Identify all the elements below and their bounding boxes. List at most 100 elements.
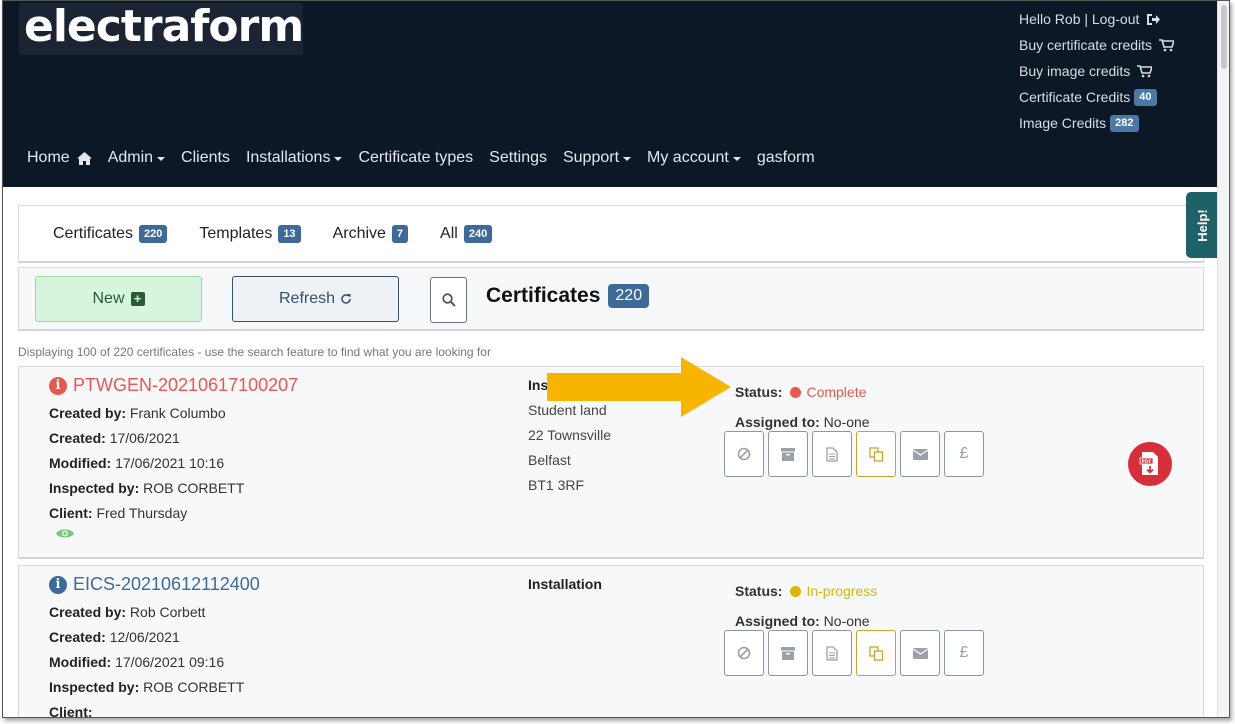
modified-value: 17/06/2021 10:16 — [115, 455, 225, 471]
invoice-button[interactable]: £ — [944, 630, 984, 676]
archive-icon — [781, 646, 795, 660]
nav-admin[interactable]: Admin — [108, 149, 166, 167]
certificate-link[interactable]: PTWGEN-20210617100207 — [73, 375, 298, 396]
invoice-button[interactable]: £ — [944, 431, 984, 477]
email-button[interactable] — [900, 630, 940, 676]
status-badge: In-progress — [806, 583, 878, 599]
eye-icon[interactable] — [55, 527, 75, 540]
svg-text:PDF: PDF — [1141, 459, 1151, 465]
tab-all[interactable]: All 240 — [440, 224, 493, 243]
search-button[interactable] — [430, 277, 467, 323]
certificate-actions: £ — [724, 431, 988, 477]
tab-count-badge: 240 — [463, 224, 493, 243]
main-nav: Home Admin Clients Installations Certifi… — [27, 149, 831, 167]
document-icon — [826, 645, 838, 661]
certificate-credits: Certificate Credits 40 — [1019, 84, 1219, 110]
certificate-status: Status: Complete Assigned to: No-one — [735, 384, 870, 430]
logout-link[interactable]: Hello Rob | Log-out — [1019, 6, 1219, 32]
envelope-icon — [912, 647, 928, 659]
caret-down-icon — [157, 157, 166, 161]
logo[interactable]: electraform — [19, 1, 304, 55]
status-dot — [790, 585, 802, 597]
nav-clients[interactable]: Clients — [181, 149, 230, 167]
created-value: 12/06/2021 — [109, 629, 180, 645]
archive-button[interactable] — [768, 431, 808, 477]
nav-settings[interactable]: Settings — [489, 149, 547, 167]
buy-certificate-credits-link[interactable]: Buy certificate credits — [1019, 32, 1219, 58]
created-by-value: Frank Columbo — [129, 405, 226, 421]
info-icon: i — [49, 575, 67, 594]
copy-button[interactable] — [856, 630, 896, 676]
tab-certificates[interactable]: Certificates 220 — [53, 224, 168, 243]
certificates-toolbar: New + Refresh Certificates 220 — [18, 267, 1204, 331]
cart-icon — [1137, 64, 1153, 77]
nav-home[interactable]: Home — [27, 149, 92, 167]
document-icon — [826, 446, 838, 462]
info-icon: i — [49, 376, 67, 395]
tab-count-badge: 13 — [278, 224, 301, 243]
modified-value: 17/06/2021 09:16 — [115, 654, 225, 670]
app-header: electraform Hello Rob | Log-out Buy cert… — [3, 1, 1219, 187]
nav-gasform[interactable]: gasform — [757, 149, 815, 167]
page-scrollbar[interactable] — [1217, 1, 1229, 717]
status-dot — [790, 386, 802, 398]
pound-icon: £ — [959, 644, 969, 661]
certificate-status: Status: In-progress Assigned to: No-one — [735, 583, 878, 629]
nav-installations[interactable]: Installations — [246, 149, 343, 167]
certificate-title: i EICS-20210612112400 — [49, 574, 260, 595]
results-info: Displaying 100 of 220 certificates - use… — [18, 345, 491, 359]
copy-icon — [868, 446, 883, 462]
ban-icon — [737, 646, 751, 660]
buy-image-credits-link[interactable]: Buy image credits — [1019, 58, 1219, 84]
client-value: Fred Thursday — [96, 505, 188, 521]
pdf-download-icon: PDF — [1139, 452, 1158, 475]
tab-templates[interactable]: Templates 13 — [199, 224, 301, 243]
sign-out-icon — [1147, 13, 1161, 25]
assigned-to-value: No-one — [823, 613, 870, 629]
certificate-meta: Created by: Rob Corbett Created: 12/06/2… — [49, 604, 245, 718]
search-icon — [441, 293, 456, 307]
inspected-by-value: ROB CORBETT — [143, 679, 245, 695]
home-icon — [76, 151, 92, 165]
caret-down-icon — [334, 157, 343, 161]
nav-certificate-types[interactable]: Certificate types — [358, 149, 473, 167]
inspected-by-value: ROB CORBETT — [143, 480, 245, 496]
nav-my-account[interactable]: My account — [647, 149, 741, 167]
envelope-icon — [912, 448, 928, 460]
copy-button[interactable] — [856, 431, 896, 477]
certificate-link[interactable]: EICS-20210612112400 — [73, 574, 260, 595]
refresh-icon — [341, 294, 351, 304]
help-tab[interactable]: Help! — [1186, 192, 1219, 258]
archive-icon — [781, 447, 795, 461]
scrollbar-thumb[interactable] — [1221, 5, 1227, 69]
void-button[interactable] — [724, 431, 764, 477]
pdf-download-button[interactable]: PDF — [1128, 442, 1172, 486]
copy-icon — [868, 645, 883, 661]
certificate-card: i EICS-20210612112400 Created by: Rob Co… — [18, 565, 1204, 718]
tab-archive[interactable]: Archive 7 — [333, 224, 409, 243]
tab-count-badge: 7 — [391, 224, 409, 243]
archive-button[interactable] — [768, 630, 808, 676]
refresh-button[interactable]: Refresh — [232, 276, 399, 322]
caret-down-icon — [732, 157, 741, 161]
annotation-arrow — [547, 357, 731, 417]
image-credits-badge: 282 — [1110, 114, 1139, 132]
user-panel: Hello Rob | Log-out Buy certificate cred… — [1019, 6, 1219, 136]
caret-down-icon — [623, 157, 632, 161]
certificate-credits-badge: 40 — [1134, 88, 1157, 106]
document-button[interactable] — [812, 431, 852, 477]
installation-address: Installation — [528, 576, 602, 592]
image-credits: Image Credits 282 — [1019, 110, 1219, 136]
certificate-tabs: Certificates 220 Templates 13 Archive 7 All… — [18, 205, 1204, 263]
certificate-actions: £ — [724, 630, 988, 676]
void-button[interactable] — [724, 630, 764, 676]
email-button[interactable] — [900, 431, 940, 477]
document-button[interactable] — [812, 630, 852, 676]
status-badge: Complete — [806, 384, 867, 400]
nav-support[interactable]: Support — [563, 149, 632, 167]
certificates-count-badge: 220 — [608, 284, 650, 308]
new-certificate-button[interactable]: New + — [35, 276, 202, 322]
certificate-title: i PTWGEN-20210617100207 — [49, 375, 298, 396]
browser-window: electraform Hello Rob | Log-out Buy cert… — [2, 0, 1230, 718]
pound-icon: £ — [959, 445, 969, 462]
